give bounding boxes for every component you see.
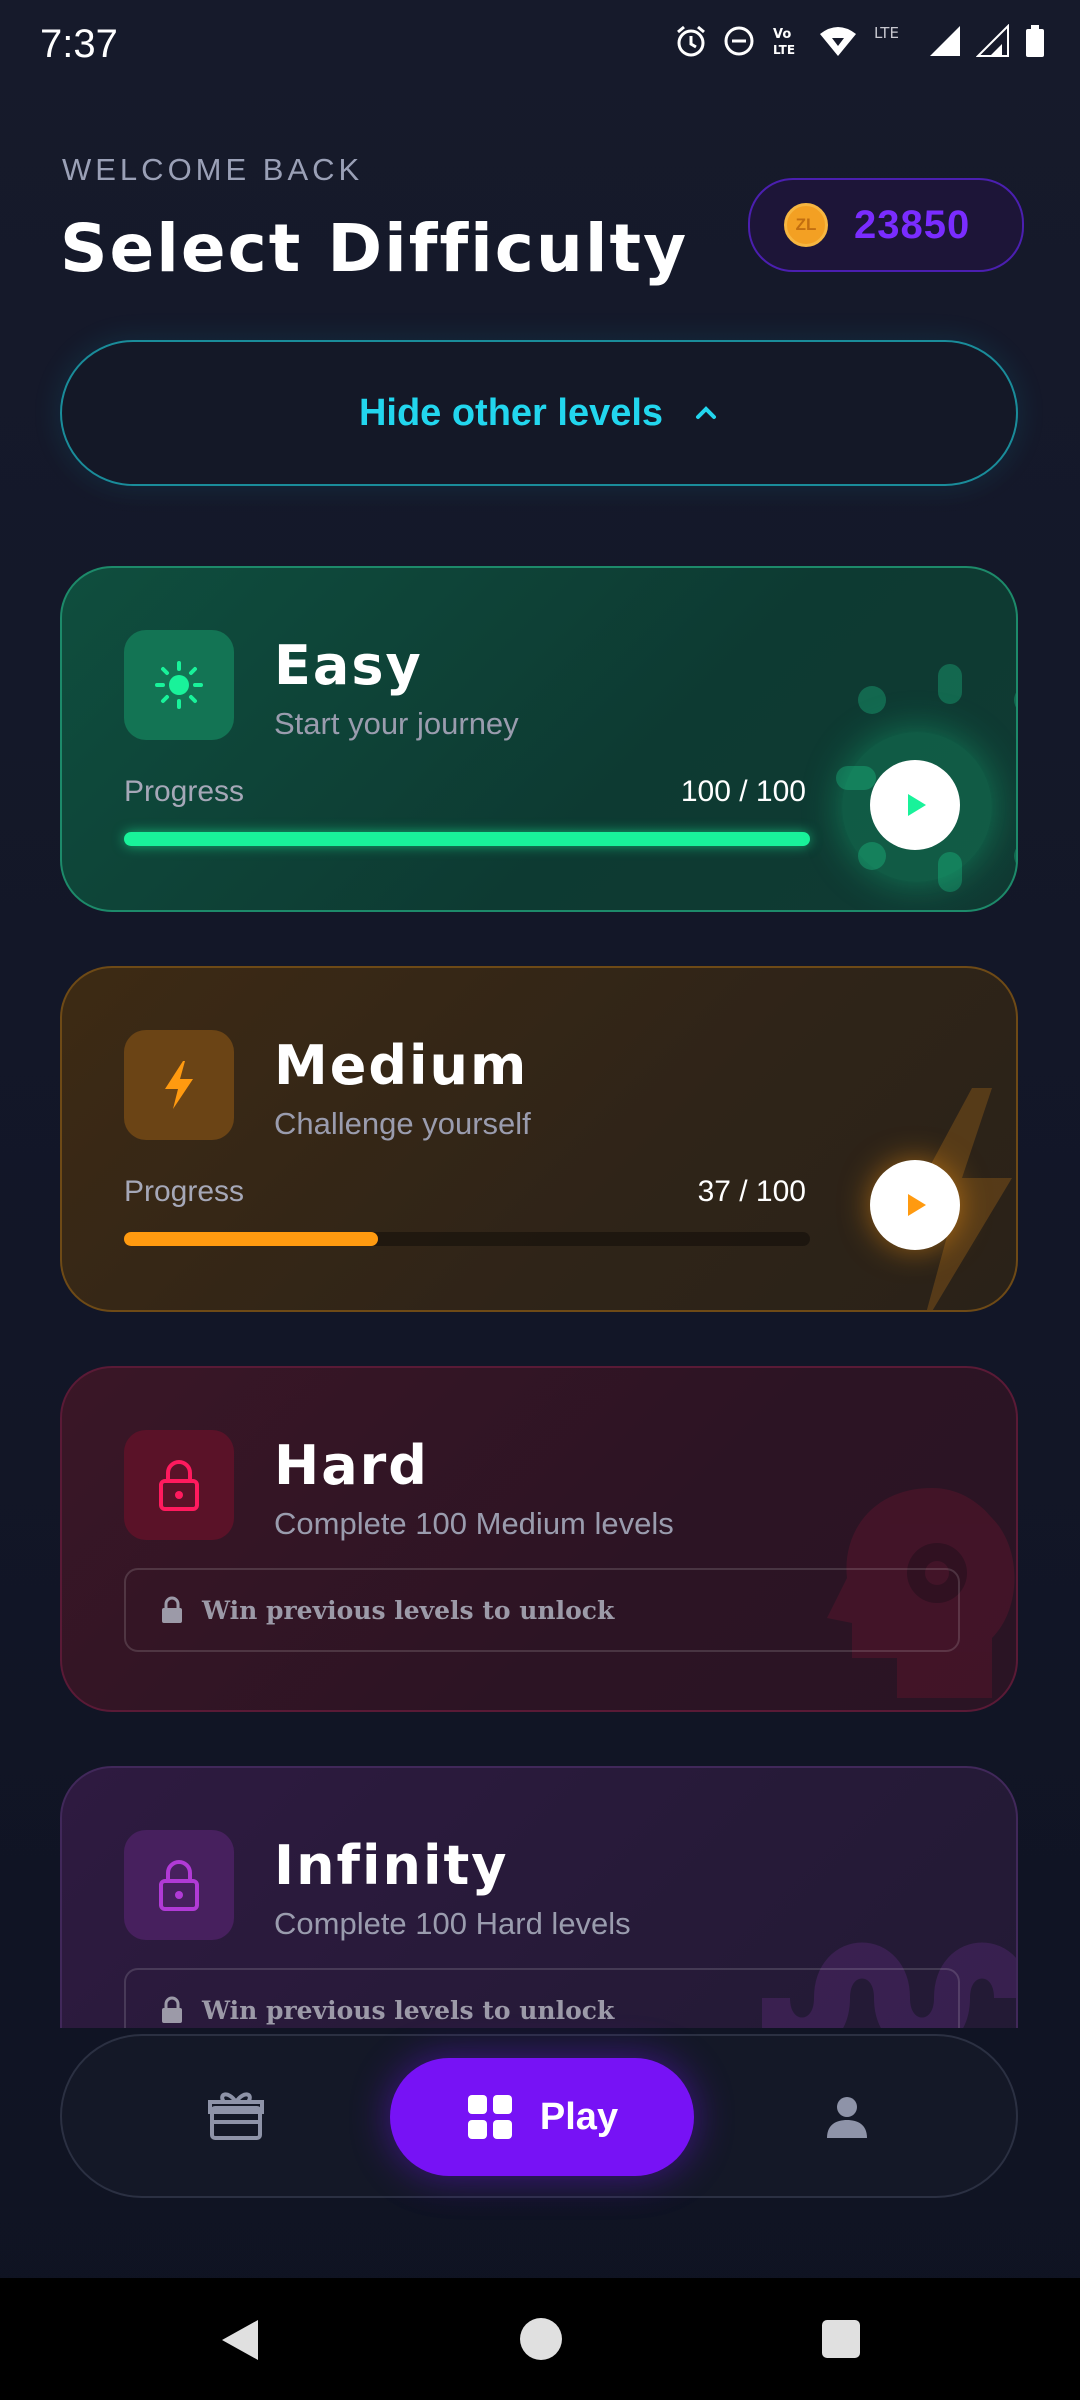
profile-icon (827, 2097, 867, 2138)
level-card-easy[interactable]: Easy Start your journey Progress 100 / 1… (60, 566, 1018, 912)
locked-notice: Win previous levels to unlock (124, 1568, 960, 1652)
coin-icon: ZL (784, 203, 828, 247)
level-card-infinity[interactable]: Infinity Complete 100 Hard levels Win pr… (60, 1766, 1018, 2028)
locked-notice-text: Win previous levels to unlock (202, 1995, 615, 2025)
play-icon (908, 1194, 926, 1216)
hide-other-levels-button[interactable]: Hide other levels (60, 340, 1018, 486)
bottom-nav: Play (60, 2034, 1018, 2198)
level-icon-box (124, 1430, 234, 1540)
svg-text:LTE: LTE (773, 43, 795, 57)
level-name: Infinity (274, 1834, 509, 1897)
page-title: Select Difficulty (60, 210, 689, 287)
lock-icon (159, 1460, 199, 1511)
level-icon-box (124, 1030, 234, 1140)
level-name: Medium (274, 1034, 529, 1097)
dnd-icon (724, 26, 754, 56)
grid-icon (467, 2095, 512, 2139)
play-tab-button[interactable]: Play (390, 2058, 694, 2176)
level-subtitle: Challenge yourself (274, 1106, 531, 1141)
battery-icon (1026, 25, 1044, 57)
lock-icon (162, 1596, 182, 1623)
progress-track (124, 832, 810, 846)
progress-track (124, 1232, 810, 1246)
level-subtitle: Complete 100 Hard levels (274, 1906, 631, 1941)
sun-icon (155, 661, 203, 709)
lock-icon (162, 1996, 182, 2023)
volte-icon: Vo LTE (773, 27, 795, 57)
level-subtitle: Start your journey (274, 706, 519, 741)
level-name: Hard (274, 1434, 429, 1497)
coin-value: 23850 (854, 202, 971, 247)
svg-text:LTE: LTE (874, 24, 899, 42)
progress-fill (124, 1232, 378, 1246)
progress-label: Progress (124, 775, 245, 808)
level-subtitle: Complete 100 Medium levels (274, 1506, 674, 1541)
status-time: 7:37 (40, 22, 118, 66)
progress-value: 37 / 100 (697, 1175, 806, 1208)
level-card-hard[interactable]: Hard Complete 100 Medium levels Win prev… (60, 1366, 1018, 1712)
wifi-icon (820, 27, 856, 56)
play-tab-label: Play (539, 2095, 619, 2138)
play-icon (908, 794, 926, 816)
gift-icon (208, 2092, 264, 2140)
level-name: Easy (274, 634, 423, 697)
system-nav-bar (0, 2278, 1080, 2400)
home-icon[interactable] (520, 2318, 562, 2360)
status-icons: Vo LTE LTE (674, 24, 1046, 58)
progress-value: 100 / 100 (680, 775, 806, 808)
gift-button[interactable] (208, 2090, 264, 2147)
profile-button[interactable] (824, 2094, 870, 2145)
alarm-icon (677, 25, 705, 57)
bolt-icon (165, 1061, 193, 1109)
back-icon[interactable] (218, 2316, 262, 2364)
coin-balance[interactable]: ZL 23850 (748, 178, 1024, 272)
svg-text:Vo: Vo (773, 27, 791, 42)
hide-other-levels-label: Hide other levels (358, 391, 664, 434)
welcome-label: WELCOME BACK (62, 152, 364, 187)
lte-label: LTE (874, 24, 899, 42)
level-list[interactable]: Easy Start your journey Progress 100 / 1… (0, 540, 1080, 2028)
locked-notice: Win previous levels to unlock (124, 1968, 960, 2028)
progress-fill (124, 832, 810, 846)
lock-icon (159, 1860, 199, 1911)
recents-icon[interactable] (822, 2320, 860, 2358)
progress-label: Progress (124, 1175, 245, 1208)
play-level-button[interactable] (870, 760, 960, 850)
level-card-medium[interactable]: Medium Challenge yourself Progress 37 / … (60, 966, 1018, 1312)
locked-notice-text: Win previous levels to unlock (202, 1595, 615, 1625)
status-bar: 7:37 Vo LTE LTE (0, 0, 1080, 92)
play-level-button[interactable] (870, 1160, 960, 1250)
level-icon-box (124, 1830, 234, 1940)
level-icon-box (124, 630, 234, 740)
chevron-up-icon (696, 406, 717, 419)
signal-icon (930, 26, 960, 56)
signal-icon (976, 24, 1009, 57)
